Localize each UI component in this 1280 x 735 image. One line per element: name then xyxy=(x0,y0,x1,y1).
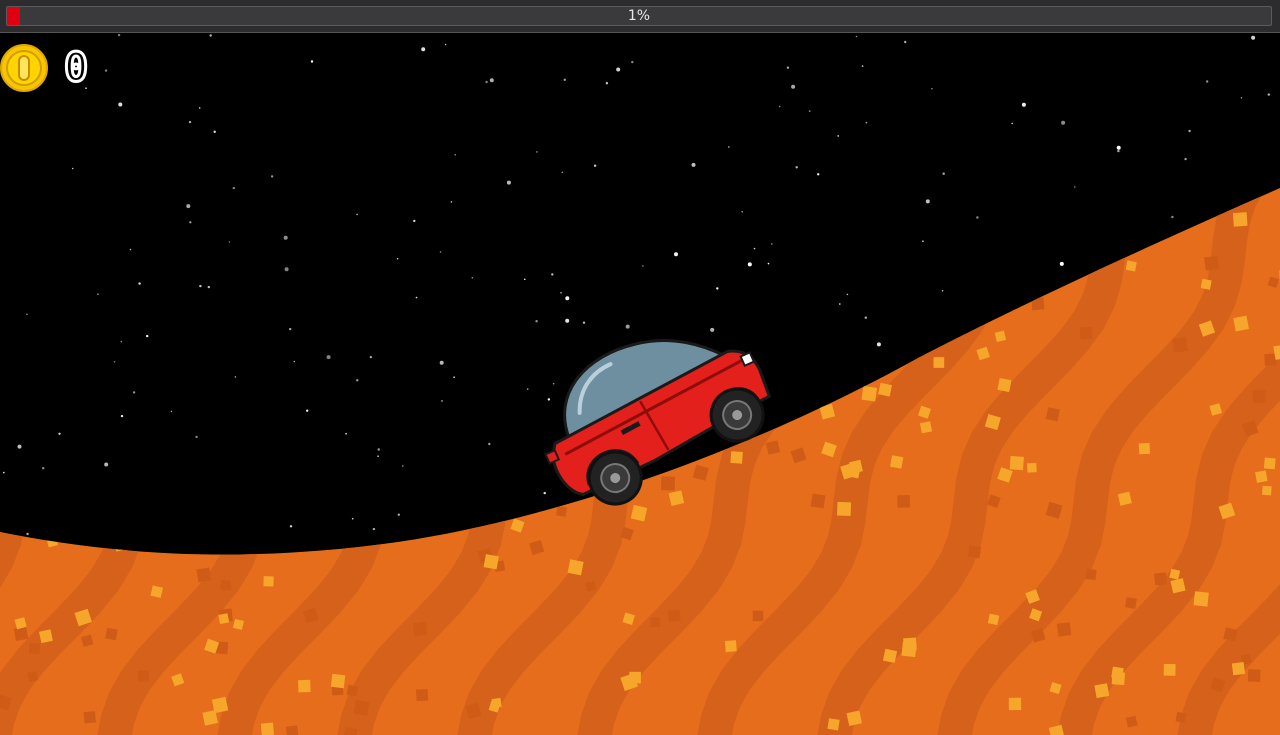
game-canvas[interactable]: 1% 0 xyxy=(0,0,1280,735)
gold-coin-icon xyxy=(0,44,48,92)
level-progress-bar: 1% xyxy=(0,0,1280,33)
progress-track: 1% xyxy=(6,6,1272,26)
coin-counter: 0 xyxy=(0,42,90,94)
progress-percent-label: 1% xyxy=(627,8,651,24)
game-scene xyxy=(0,33,1280,735)
coin-count: 0 xyxy=(62,45,89,91)
